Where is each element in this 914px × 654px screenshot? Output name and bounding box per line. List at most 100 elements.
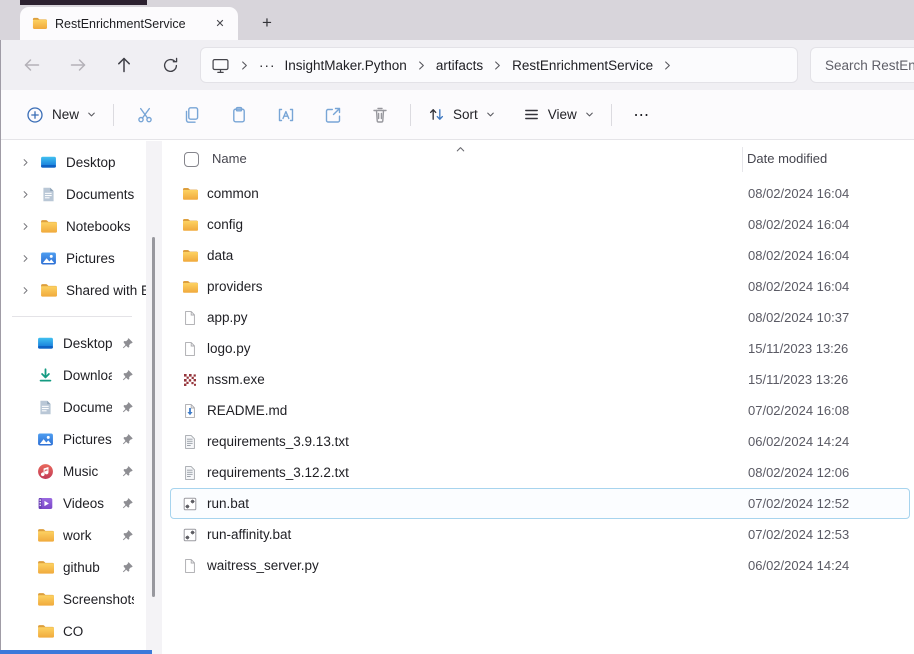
refresh-button[interactable] [154,49,186,81]
sidebar-item-documents[interactable]: Documents [0,391,146,423]
rename-button[interactable] [262,98,309,132]
file-row[interactable]: nssm.exe15/11/2023 13:26 [170,364,910,395]
pin-icon [121,497,134,510]
downloads-icon [37,367,54,384]
column-divider[interactable] [742,147,743,172]
file-date-modified: 08/02/2024 16:04 [748,217,849,232]
refresh-icon [161,56,180,75]
sidebar-item-pictures[interactable]: Pictures [0,423,146,455]
back-button[interactable] [16,49,48,81]
file-row[interactable]: run-affinity.bat07/02/2024 12:53 [170,519,910,550]
file-name: config [207,217,243,232]
name-column-header[interactable]: Name [212,151,247,166]
expand-chevron-icon[interactable] [20,157,31,168]
sidebar-item-label: Music [63,464,98,479]
file-name: run.bat [207,496,249,511]
file-row[interactable]: providers08/02/2024 16:04 [170,271,910,302]
sidebar-item-videos[interactable]: Videos [0,487,146,519]
forward-button[interactable] [62,49,94,81]
file-date-modified: 07/02/2024 12:52 [748,496,849,511]
file-row[interactable]: run.bat 07/02/2024 12:52 [170,488,910,519]
sidebar-item-label: Pictures [66,251,115,266]
pin-icon [121,433,134,446]
sidebar-scrollbar [146,141,162,654]
breadcrumb-item[interactable]: RestEnrichmentService [512,58,653,73]
file-name: waitress_server.py [207,558,319,573]
expand-chevron-icon[interactable] [20,189,31,200]
music-icon [37,463,54,480]
background-window-strip [20,0,147,5]
up-button[interactable] [108,49,140,81]
sidebar-item-label: CO [63,624,83,639]
new-tab-button[interactable]: + [252,9,282,37]
search-input[interactable] [823,57,914,74]
breadcrumb-item[interactable]: artifacts [436,58,483,73]
file-row[interactable]: logo.py15/11/2023 13:26 [170,333,910,364]
navigation-bar: ··· InsightMaker.Python artifacts RestEnric… [0,40,914,90]
delete-icon [370,105,390,125]
file-row[interactable]: requirements_3.12.2.txt08/02/2024 12:06 [170,457,910,488]
file-row[interactable]: common08/02/2024 16:04 [170,178,910,209]
sidebar-item-downloads[interactable]: Downloads [0,359,146,391]
sort-button[interactable]: Sort [418,98,505,132]
address-bar[interactable]: ··· InsightMaker.Python artifacts RestEnric… [200,47,798,83]
file-name: README.md [207,403,287,418]
sidebar-item-desktop[interactable]: Desktop [0,146,146,178]
sidebar-item-github[interactable]: github [0,551,146,583]
view-button[interactable]: View [513,98,604,132]
sidebar-item-label: github [63,560,100,575]
file-date-modified: 08/02/2024 16:04 [748,186,849,201]
this-pc-icon[interactable] [211,56,230,75]
scrollbar-thumb[interactable] [152,237,155,597]
file-row[interactable]: config 08/02/2024 16:04 [170,209,910,240]
pin-icon [121,561,134,574]
new-button[interactable]: New [16,98,106,132]
file-row[interactable]: requirements_3.9.13.txt06/02/2024 14:24 [170,426,910,457]
new-button-label: New [52,107,79,122]
select-all-checkbox[interactable] [184,152,199,167]
file-name: data [207,248,233,263]
file-date-modified: 07/02/2024 12:53 [748,527,849,542]
file-row[interactable]: data08/02/2024 16:04 [170,240,910,271]
sidebar-item-shared-with-ev[interactable]: Shared with Ev [0,274,146,306]
cut-button[interactable] [121,98,168,132]
more-options-button[interactable]: ⋯ [625,98,659,132]
copy-button[interactable] [168,98,215,132]
sidebar-item-notebooks[interactable]: Notebooks [0,210,146,242]
copy-icon [182,105,202,125]
sidebar-item-pictures[interactable]: Pictures [0,242,146,274]
chevron-down-icon [485,109,496,120]
expand-chevron-icon[interactable] [20,221,31,232]
file-row[interactable]: README.md 07/02/2024 16:08 [170,395,910,426]
folder-icon [37,559,54,576]
explorer-tab[interactable]: RestEnrichmentService ✕ [20,7,238,40]
sidebar-item-documents[interactable]: Documents [0,178,146,210]
file-row[interactable]: waitress_server.py06/02/2024 14:24 [170,550,910,581]
delete-button[interactable] [356,98,403,132]
breadcrumb-item[interactable]: InsightMaker.Python [285,58,407,73]
tab-bar: RestEnrichmentService ✕ + [0,0,914,40]
sidebar-item-music[interactable]: Music [0,455,146,487]
expand-chevron-icon[interactable] [20,253,31,264]
breadcrumb-chevron-icon [239,60,250,71]
toolbar-separator [611,104,612,126]
sidebar-item-screenshots[interactable]: Screenshots [0,583,146,615]
cut-icon [135,105,155,125]
search-box[interactable] [810,47,914,83]
file-row[interactable]: app.py08/02/2024 10:37 [170,302,910,333]
file-name: requirements_3.12.2.txt [207,465,349,480]
pin-icon [121,529,134,542]
sidebar-item-work[interactable]: work [0,519,146,551]
file-date-modified: 07/02/2024 16:08 [748,403,849,418]
breadcrumb-overflow[interactable]: ··· [259,58,276,73]
sidebar-item-label: Videos [63,496,104,511]
close-icon[interactable]: ✕ [208,12,232,36]
breadcrumb-chevron-icon [662,60,673,71]
markdown-file-icon [182,403,198,419]
expand-chevron-icon[interactable] [20,285,31,296]
sidebar-item-desktop[interactable]: Desktop [0,327,146,359]
paste-button[interactable] [215,98,262,132]
share-button[interactable] [309,98,356,132]
date-modified-column-header[interactable]: Date modified [747,151,827,166]
sidebar-item-co[interactable]: CO [0,615,146,647]
